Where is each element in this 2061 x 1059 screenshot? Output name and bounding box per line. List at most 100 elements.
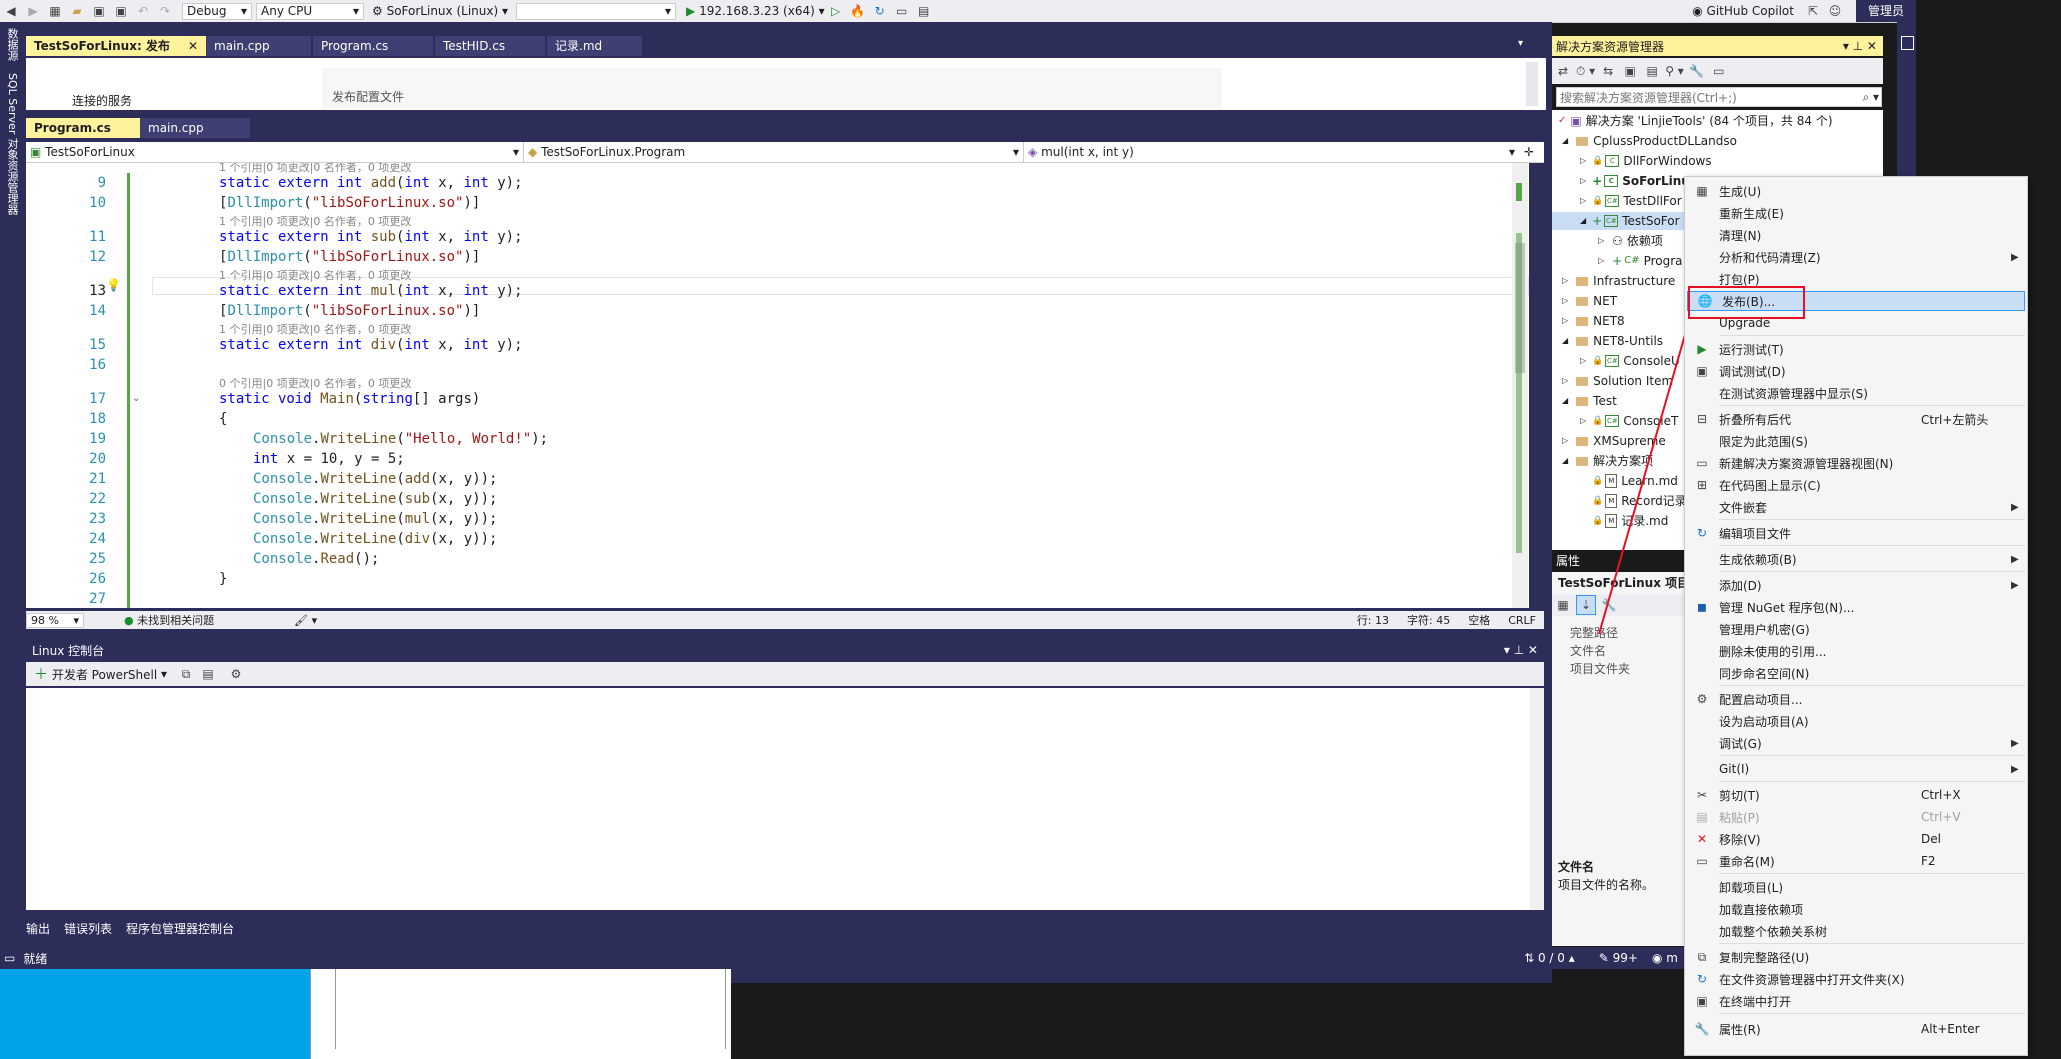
tab-program-cs[interactable]: Program.cs	[313, 36, 433, 56]
tab-record-md[interactable]: 记录.md	[547, 36, 642, 56]
menu-item-edit-project-file[interactable]: ↻ 编辑项目文件	[1685, 523, 2027, 543]
tree-item[interactable]: ▷ 🔒 C DllForWindows	[1580, 152, 1712, 170]
datasource-tab[interactable]: 数据源	[4, 28, 20, 61]
tree-item[interactable]: ▷ Infrastructure	[1562, 272, 1675, 290]
menu-item-cut[interactable]: ✂ 剪切(T) Ctrl+X	[1685, 785, 2027, 805]
sql-server-explorer-tab[interactable]: SQL Server 对象资源管理器	[4, 73, 20, 215]
tree-solution[interactable]: ✓ ▣ 解决方案 'LinjieTools' (84 个项目，共 84 个)	[1558, 112, 1833, 130]
filter-icon[interactable]: ⚲ ▾	[1665, 62, 1684, 80]
show-all-files-icon[interactable]: ▤	[1643, 62, 1661, 80]
menu-item-load-dep-tree[interactable]: 加载整个依赖关系树	[1685, 921, 2027, 941]
connected-services-link[interactable]: 连接的服务	[72, 92, 132, 109]
codelens[interactable]: 0 个引用|0 项更改|0 名作者，0 项更改	[219, 375, 411, 391]
target-dropdown[interactable]: ▾	[516, 2, 676, 20]
copy-icon[interactable]: ⧉	[177, 665, 195, 683]
sync-icon[interactable]: ⇆	[1599, 62, 1617, 80]
changes-count[interactable]: 0 / 0	[1538, 951, 1565, 965]
menu-item-paste[interactable]: ▤ 粘贴(P) Ctrl+V	[1685, 807, 2027, 827]
hot-reload-icon[interactable]: 🔥	[849, 2, 867, 20]
config-dropdown[interactable]: Debug ▾	[182, 2, 252, 20]
alphabetical-icon[interactable]: ⇣	[1576, 595, 1596, 615]
menu-item-run-tests[interactable]: ▶ 运行测试(T)	[1685, 339, 2027, 359]
menu-item-collapse-all[interactable]: ⊟ 折叠所有后代 Ctrl+左箭头	[1685, 409, 2027, 429]
tab-main-cpp[interactable]: main.cpp	[206, 36, 311, 56]
startup-project-dropdown[interactable]: ⚙ SoForLinux (Linux) ▾	[372, 4, 508, 18]
edits-count[interactable]: 99+	[1613, 951, 1638, 965]
share-icon[interactable]: ⇱	[1804, 2, 1822, 20]
menu-item-unload-project[interactable]: 卸载项目(L)	[1685, 877, 2027, 897]
tree-item[interactable]: ▷ + C SoForLinu	[1580, 172, 1690, 190]
paste-icon[interactable]: ▤	[199, 665, 217, 683]
tab-error-list[interactable]: 错误列表	[64, 920, 112, 937]
menu-item-git[interactable]: Git(I) ▶	[1685, 759, 2027, 779]
split-icon[interactable]: ✛	[1519, 145, 1539, 159]
menu-item-build-dependencies[interactable]: 生成依赖项(B) ▶	[1685, 549, 2027, 569]
platform-dropdown[interactable]: Any CPU ▾	[256, 2, 364, 20]
tree-item[interactable]: ▷ + C# Progra	[1598, 252, 1683, 270]
save-icon[interactable]: ▣	[90, 2, 108, 20]
copilot-button[interactable]: ◉ GitHub Copilot	[1692, 4, 1794, 18]
start-without-debug-icon[interactable]: ▷	[827, 2, 845, 20]
notification-icon[interactable]: ◉	[1652, 951, 1662, 965]
code-editor[interactable]: 💡 ⌄ 1 个引用|0 项更改|0 名作者，0 项更改 9 static ext…	[26, 163, 1529, 608]
menu-item-user-secrets[interactable]: 管理用户机密(G)	[1685, 619, 2027, 639]
tab-main-cpp-editor[interactable]: main.cpp	[140, 118, 250, 138]
tree-item[interactable]: ▷ 🔒 C# TestDllFor	[1580, 192, 1682, 210]
layout-icon[interactable]: ▤	[915, 2, 933, 20]
tab-testhid-cs[interactable]: TestHID.cs	[435, 36, 545, 56]
solution-search-box[interactable]: 搜索解决方案资源管理器(Ctrl+;) ⌕ ▾	[1556, 87, 1882, 107]
console-scrollbar[interactable]	[1530, 688, 1544, 910]
menu-item-configure-startup[interactable]: ⚙ 配置启动项目...	[1685, 689, 2027, 709]
project-dropdown[interactable]: ▣ TestSoForLinux ▾	[26, 142, 524, 162]
menu-item-new-view[interactable]: ▭ 新建解决方案资源管理器视图(N)	[1685, 453, 2027, 473]
start-debug-button[interactable]: ▶ 192.168.3.23 (x64) ▾	[686, 4, 825, 18]
menu-item-open-in-explorer[interactable]: ↻ 在文件资源管理器中打开文件夹(X)	[1685, 969, 2027, 989]
class-dropdown[interactable]: ◆ TestSoForLinux.Program ▾	[524, 142, 1024, 162]
open-folder-icon[interactable]: ▰	[68, 2, 86, 20]
menu-item-add[interactable]: 添加(D) ▶	[1685, 575, 2027, 595]
menu-item-rename[interactable]: ▭ 重命名(M) F2	[1685, 851, 2027, 871]
forward-icon[interactable]: ▶	[24, 2, 42, 20]
brush-icon[interactable]: 🖌 ▾	[294, 614, 317, 627]
menu-item-debug[interactable]: 调试(G) ▶	[1685, 733, 2027, 753]
menu-item-open-in-terminal[interactable]: ▣ 在终端中打开	[1685, 991, 2027, 1011]
notifications-icon[interactable]	[1901, 36, 1914, 50]
menu-item-code-map[interactable]: ⊞ 在代码图上显示(C)	[1685, 475, 2027, 495]
codelens[interactable]: 1 个引用|0 项更改|0 名作者，0 项更改	[219, 163, 411, 175]
switch-views-icon[interactable]: ⇄	[1554, 62, 1572, 80]
menu-item-remove[interactable]: ✕ 移除(V) Del	[1685, 829, 2027, 849]
redo-icon[interactable]: ↷	[156, 2, 174, 20]
member-dropdown[interactable]: ◈ mul(int x, int y) ▾	[1024, 142, 1519, 162]
menu-item-debug-tests[interactable]: ▣ 调试测试(D)	[1685, 361, 2027, 381]
back-icon[interactable]: ◀	[2, 2, 20, 20]
properties-wrench-icon[interactable]: 🔧	[1688, 62, 1706, 80]
settings-gear-icon[interactable]: ⚙	[227, 665, 245, 683]
menu-item-clean[interactable]: 清理(N)	[1685, 225, 2027, 245]
menu-item-upgrade[interactable]: Upgrade	[1685, 313, 2027, 333]
codelens[interactable]: 1 个引用|0 项更改|0 名作者，0 项更改	[219, 321, 411, 337]
menu-item-load-direct-deps[interactable]: 加载直接依赖项	[1685, 899, 2027, 919]
space-indicator[interactable]: 空格	[1468, 612, 1490, 628]
dev-powershell-button[interactable]: ＋ 开发者 PowerShell ▾	[34, 664, 167, 684]
menu-item-nuget[interactable]: ◼ 管理 NuGet 程序包(N)...	[1685, 597, 2027, 617]
undo-icon[interactable]: ↶	[134, 2, 152, 20]
tab-program-cs-editor[interactable]: Program.cs	[26, 118, 140, 138]
publish-scrollbar[interactable]	[1526, 62, 1538, 106]
menu-item-sync-namespaces[interactable]: 同步命名空间(N)	[1685, 663, 2027, 683]
menu-item-set-startup[interactable]: 设为启动项目(A)	[1685, 711, 2027, 731]
menu-item-show-in-test-explorer[interactable]: 在测试资源管理器中显示(S)	[1685, 383, 2027, 403]
tree-item[interactable]: ▷ ⚇ 依赖项	[1598, 232, 1663, 250]
history-icon[interactable]: ⏱ ▾	[1576, 62, 1595, 80]
codelens[interactable]: 1 个引用|0 项更改|0 名作者，0 项更改	[219, 213, 411, 229]
tree-item[interactable]: ◢ CplussProductDLLandso	[1562, 132, 1737, 150]
menu-item-rebuild[interactable]: 重新生成(E)	[1685, 203, 2027, 223]
panel-controls[interactable]: ▾ ⊥ ✕	[1504, 643, 1538, 657]
issues-indicator[interactable]: ● 未找到相关问题	[124, 612, 214, 628]
menu-item-copy-path[interactable]: ⧉ 复制完整路径(U)	[1685, 947, 2027, 967]
editor-scrollbar[interactable]	[1512, 163, 1528, 608]
close-icon[interactable]: ✕	[188, 36, 198, 56]
zoom-dropdown[interactable]: 98 % ▾	[26, 612, 84, 628]
browser-icon[interactable]: ▭	[893, 2, 911, 20]
tab-publish[interactable]: TestSoForLinux: 发布 ✕	[26, 36, 206, 56]
tab-overflow-icon[interactable]: ▾	[1518, 38, 1523, 49]
